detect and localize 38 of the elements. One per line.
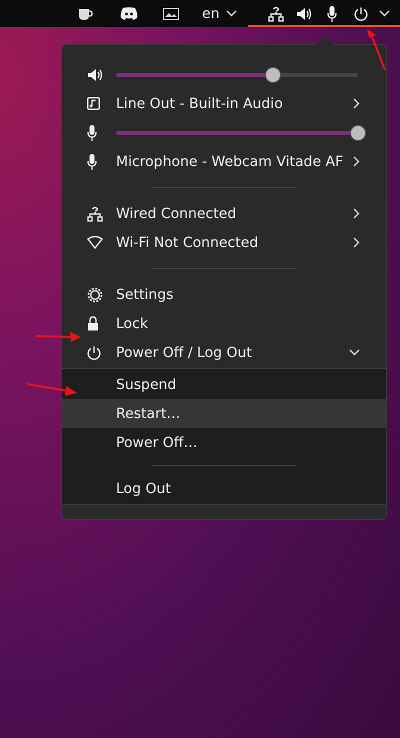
caret-icon[interactable]: [379, 10, 390, 17]
microphone-icon[interactable]: [326, 6, 336, 22]
chevron-right-icon: [353, 156, 360, 167]
annotation-arrow: [34, 332, 82, 342]
chevron-right-icon: [353, 98, 360, 109]
menu-item[interactable]: Power Off…: [62, 428, 386, 457]
image-icon[interactable]: [163, 8, 179, 20]
annotation-arrow: [365, 28, 387, 72]
menu-item[interactable]: Wired Connected: [62, 199, 386, 228]
menu-item[interactable]: Power Off / Log Out: [62, 338, 386, 367]
annotation-arrow: [26, 382, 78, 396]
chevron-right-icon: [353, 208, 360, 219]
chevron-right-icon: [353, 237, 360, 248]
cup-icon[interactable]: [77, 6, 93, 20]
network-icon: [87, 206, 103, 222]
menu-item[interactable]: Suspend: [62, 370, 386, 399]
microphone-icon: [87, 124, 97, 140]
menu-item[interactable]: Settings: [62, 280, 386, 309]
speaker-icon: [87, 68, 103, 82]
wifi-icon: [87, 236, 103, 249]
chat-icon[interactable]: [120, 7, 138, 20]
menu-item[interactable]: Restart…: [62, 399, 386, 428]
lock-icon: [87, 316, 99, 331]
menu-item[interactable]: Lock: [62, 309, 386, 338]
power-icon[interactable]: [354, 6, 368, 20]
slider-thumb[interactable]: [350, 124, 366, 140]
menu-item[interactable]: Wi-Fi Not Connected: [62, 228, 386, 257]
power-icon: [87, 346, 101, 360]
menu-item[interactable]: Log Out: [62, 474, 386, 503]
menu-item[interactable]: Microphone - Webcam Vitade AF: [62, 147, 386, 176]
microphone-icon: [87, 154, 97, 170]
settings-icon: [87, 286, 103, 302]
language-indicator[interactable]: en: [202, 6, 236, 22]
slider-thumb[interactable]: [265, 66, 282, 82]
network-icon[interactable]: [268, 6, 284, 22]
menu-item[interactable]: Line Out - Built-in Audio: [62, 89, 386, 118]
speaker-icon[interactable]: [296, 6, 312, 20]
music-note-icon: [87, 97, 100, 110]
